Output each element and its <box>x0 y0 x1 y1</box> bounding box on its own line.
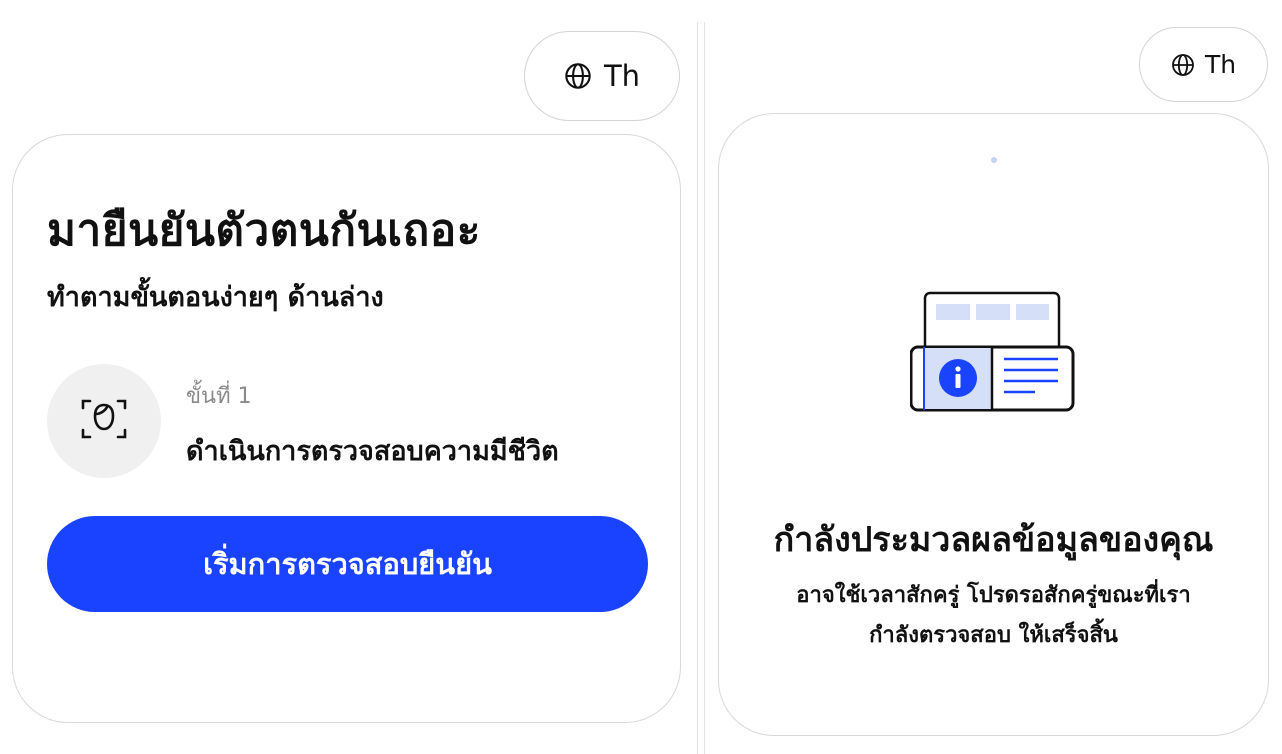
step-label: ดำเนินการตรวจสอบความมีชีวิต <box>186 436 559 467</box>
verification-start-card: มายืนยันตัวตนกันเถอะ ทำตามขั้นตอนง่ายๆ ด… <box>12 134 681 723</box>
processing-description-line: อาจใช้เวลาสักครู่ โปรดรอสักครู่ขณะที่เรา <box>796 583 1191 608</box>
screen-divider <box>697 22 705 754</box>
page-title: มายืนยันตัวตนกันเถอะ <box>47 205 481 256</box>
globe-icon <box>564 62 592 90</box>
face-scan-icon <box>79 394 129 448</box>
processing-card: กำลังประมวลผลข้อมูลของคุณ อาจใช้เวลาสักค… <box>718 113 1269 736</box>
start-verification-button[interactable]: เริ่มการตรวจสอบยืนยัน <box>47 516 648 612</box>
id-card-scan-icon <box>909 290 1080 419</box>
processing-description: อาจใช้เวลาสักครู่ โปรดรอสักครู่ขณะที่เรา… <box>719 576 1268 656</box>
processing-description-line: กำลังตรวจสอบ ให้เสร็จสิ้น <box>869 623 1118 648</box>
language-selector-button[interactable]: Th <box>524 31 680 121</box>
loading-dot <box>991 157 997 163</box>
language-label: Th <box>1204 50 1237 79</box>
screen: Th มายืนยันตัวตนกันเถอะ ทำตามขั้นตอนง่าย… <box>0 0 1282 754</box>
language-selector-button-2[interactable]: Th <box>1139 27 1268 102</box>
language-label: Th <box>603 59 641 93</box>
step-icon-container <box>47 364 161 478</box>
processing-title: กำลังประมวลผลข้อมูลของคุณ <box>773 520 1214 560</box>
globe-icon <box>1171 53 1195 77</box>
page-subtitle: ทำตามขั้นตอนง่ายๆ ด้านล่าง <box>47 282 384 313</box>
step-number: ขั้นที่ 1 <box>186 384 252 409</box>
